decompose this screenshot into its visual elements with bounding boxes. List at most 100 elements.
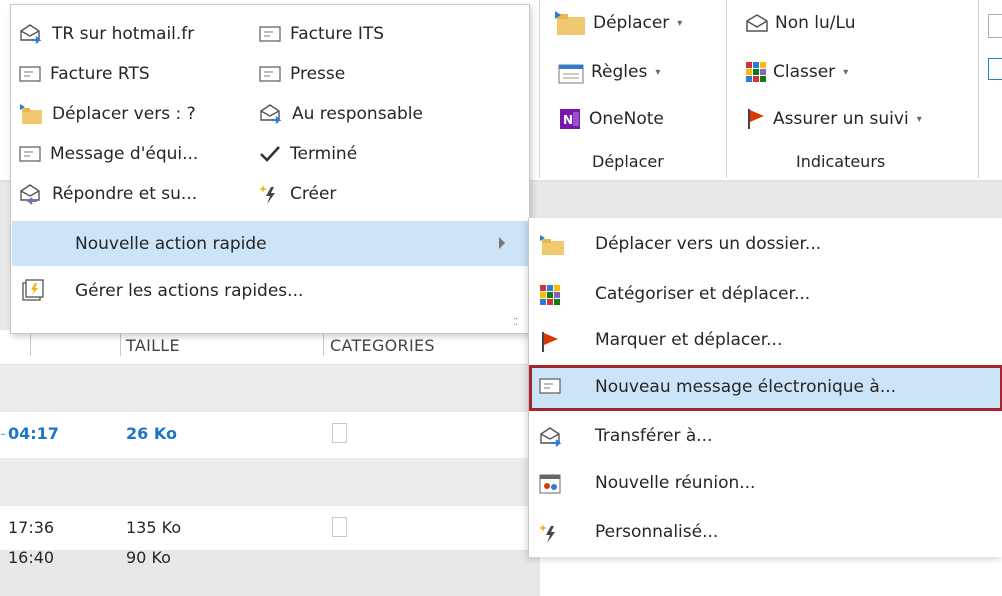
column-divider[interactable] [120, 334, 121, 356]
quick-steps-menu: TR sur hotmail.fr Facture ITS Facture RT… [10, 4, 530, 334]
folder-move-icon [19, 103, 43, 125]
resize-grip-icon[interactable]: ⁚⁚ [513, 317, 518, 328]
submenu-item-label: Personnalisé... [595, 522, 719, 542]
submenu-item[interactable]: Nouvelle réunion... [529, 461, 1002, 507]
submenu-item-label: Nouvelle réunion... [595, 473, 756, 493]
quick-step-label: Facture RTS [50, 64, 150, 84]
group-label-indicateurs: Indicateurs [796, 152, 886, 171]
lightning-spark-icon [539, 522, 561, 544]
forward-envelope-icon [19, 23, 43, 45]
email-form-icon [259, 65, 281, 83]
message-size: 26 Ko [126, 424, 177, 443]
column-header-taille[interactable]: TAILLE [126, 336, 180, 355]
forward-envelope-icon [259, 103, 283, 125]
ribbon-group-separator [978, 0, 979, 178]
categorize-button[interactable]: Classer ▾ [745, 55, 848, 89]
folder-move-icon [539, 234, 565, 256]
submenu-item-label: Déplacer vers un dossier... [595, 234, 822, 254]
submenu-item[interactable]: Personnalisé... [529, 510, 1002, 556]
follow-up-button[interactable]: Assurer un suivi ▾ [745, 102, 922, 136]
new-quick-step-label: Nouvelle action rapide [75, 233, 267, 254]
time-prefix: - [0, 424, 6, 443]
manage-quick-steps-menu-item[interactable]: Gérer les actions rapides... [11, 268, 529, 313]
manage-quick-steps-label: Gérer les actions rapides... [75, 280, 304, 301]
email-form-icon [19, 65, 41, 83]
category-box[interactable] [332, 517, 347, 537]
column-divider[interactable] [30, 334, 31, 356]
lightning-spark-icon [259, 183, 281, 205]
chevron-down-icon: ▾ [655, 66, 661, 78]
category-box[interactable] [332, 423, 347, 443]
email-form-icon [19, 145, 41, 163]
quick-step-item[interactable]: Message d'équi... [19, 137, 198, 171]
quick-step-item[interactable]: Facture RTS [19, 57, 150, 91]
received-time: 17:36 [8, 518, 55, 537]
quick-step-label: Message d'équi... [50, 144, 199, 164]
move-button[interactable]: Déplacer ▾ [553, 6, 682, 40]
meeting-calendar-icon [539, 473, 561, 495]
folder-move-icon [553, 9, 587, 37]
submenu-item-label: Transférer à... [595, 426, 713, 446]
quick-step-item[interactable]: Créer [259, 177, 336, 211]
received-time: 16:40 [8, 548, 55, 567]
submenu-item-label: Marquer et déplacer... [595, 330, 783, 350]
clipped-ribbon-control[interactable] [988, 58, 1002, 80]
submenu-item-label: Nouveau message électronique à... [595, 377, 897, 397]
move-button-label: Déplacer [593, 13, 670, 33]
quick-step-item[interactable]: Facture ITS [259, 17, 384, 51]
submenu-item-label: Catégoriser et déplacer... [595, 284, 811, 304]
new-quick-step-submenu: Déplacer vers un dossier... Catégoriser … [528, 218, 1002, 557]
flag-icon [539, 330, 561, 354]
forward-envelope-icon [539, 426, 563, 448]
message-size: 90 Ko [126, 548, 171, 567]
message-size: 135 Ko [126, 518, 182, 537]
table-row[interactable]: 17:36 135 Ko [0, 506, 540, 552]
group-label-deplacer: Déplacer [592, 152, 664, 171]
submenu-item-highlighted[interactable]: Nouveau message électronique à... [529, 365, 1002, 411]
submenu-item[interactable]: Catégoriser et déplacer... [529, 272, 1002, 318]
received-time: 04:17 [8, 424, 59, 443]
group-header-row[interactable] [0, 459, 540, 505]
category-grid-icon [745, 61, 767, 83]
quick-step-label: Au responsable [292, 104, 423, 124]
rules-button[interactable]: Règles ▾ [557, 55, 660, 89]
table-row[interactable]: - 04:17 26 Ko [0, 412, 540, 458]
email-form-icon [539, 377, 561, 395]
quick-step-item[interactable]: TR sur hotmail.fr [19, 17, 194, 51]
column-header-categories[interactable]: CATEGORIES [330, 336, 435, 355]
quick-step-item[interactable]: Presse [259, 57, 345, 91]
onenote-button[interactable]: N OneNote [557, 102, 664, 136]
checkmark-icon [259, 144, 281, 164]
group-header-row[interactable] [0, 365, 540, 411]
submenu-item[interactable]: Déplacer vers un dossier... [529, 222, 1002, 268]
quick-step-label: Terminé [290, 144, 358, 164]
quick-step-item[interactable]: Terminé [259, 137, 357, 171]
chevron-down-icon: ▾ [916, 113, 922, 125]
reply-delete-icon [19, 183, 43, 205]
message-list-header: TAILLE CATEGORIES [0, 330, 540, 365]
quick-step-item[interactable]: Déplacer vers : ? [19, 97, 196, 131]
read-unread-button[interactable]: Non lu/Lu [745, 6, 855, 40]
column-divider[interactable] [323, 334, 324, 356]
onenote-icon: N [557, 106, 583, 132]
quick-step-label: Presse [290, 64, 346, 84]
flag-icon [745, 107, 767, 131]
svg-text:N: N [563, 113, 573, 127]
ribbon-group-separator [726, 0, 727, 178]
quick-step-label: Créer [290, 184, 337, 204]
quick-step-label: Déplacer vers : ? [52, 104, 196, 124]
categorize-label: Classer [773, 62, 836, 82]
onenote-button-label: OneNote [589, 109, 664, 129]
rules-button-label: Règles [591, 62, 648, 82]
rules-icon [557, 59, 585, 85]
submenu-item[interactable]: Transférer à... [529, 414, 1002, 460]
submenu-arrow-icon [499, 237, 505, 249]
chevron-down-icon: ▾ [677, 17, 683, 29]
quick-step-item[interactable]: Répondre et su... [19, 177, 197, 211]
submenu-item[interactable]: Marquer et déplacer... [529, 318, 1002, 364]
clipped-ribbon-control[interactable] [988, 14, 1002, 38]
manage-quick-steps-icon [21, 278, 45, 302]
quick-step-item[interactable]: Au responsable [259, 97, 423, 131]
envelope-icon [745, 13, 769, 33]
new-quick-step-menu-item[interactable]: Nouvelle action rapide [11, 221, 529, 266]
